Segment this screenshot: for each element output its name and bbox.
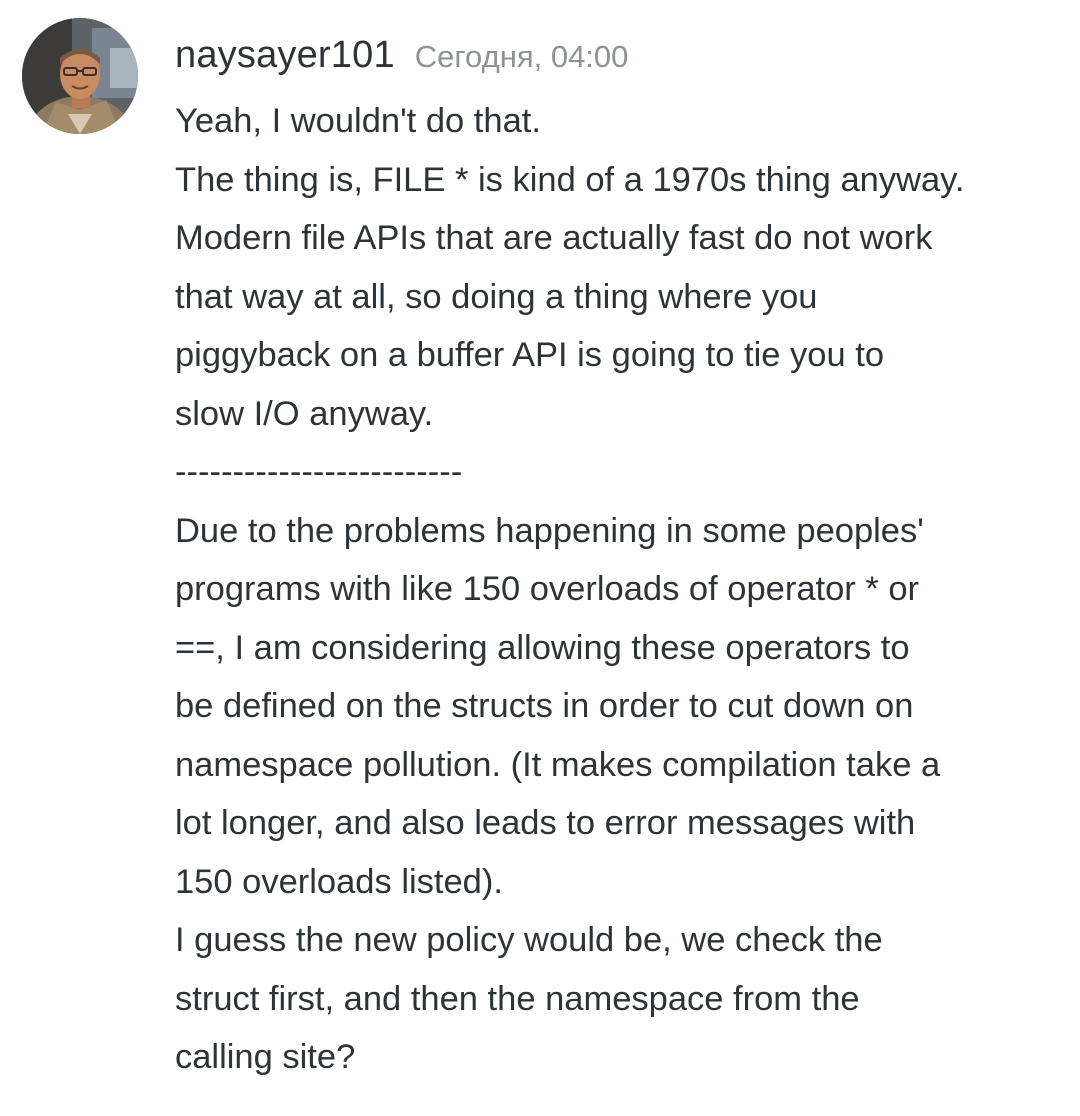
message-line: Yeah, I wouldn't do that. [175,102,541,140]
message-line: that way at all, so doing a thing where … [175,277,818,316]
message-header: naysayer101 Сегодня, 04:00 [175,34,628,80]
message-line: piggyback on a buffer API is going to ti… [175,336,885,374]
avatar[interactable] [22,18,138,134]
chat-message: naysayer101 Сегодня, 04:00 Yeah, I would… [0,0,1080,1116]
message-line: lot longer, and also leads to error mess… [175,804,916,842]
message-line: calling site? [175,1038,356,1076]
message-line: struct first, and then the namespace fro… [175,979,860,1018]
divider-line: ------------------------- [175,453,463,491]
message-line: namespace pollution. (It makes compilati… [175,745,941,784]
message-content: Yeah, I wouldn't do that. The thing is, … [175,92,1055,1087]
message-line: ==, I am considering allowing these oper… [175,628,910,667]
message-line: The thing is, FILE * is kind of a 1970s … [175,160,965,199]
message-line: be defined on the structs in order to cu… [175,687,914,725]
message-line: slow I/O anyway. [175,394,434,433]
author-username[interactable]: naysayer101 [175,34,395,77]
message-line: Modern file APIs that are actually fast … [175,219,933,257]
message-line: programs with like 150 overloads of oper… [175,570,920,608]
message-line: Due to the problems happening in some pe… [175,511,924,550]
message-timestamp: Сегодня, 04:00 [414,39,629,74]
message-line: 150 overloads listed). [175,862,503,901]
message-line: I guess the new policy would be, we chec… [175,921,883,959]
